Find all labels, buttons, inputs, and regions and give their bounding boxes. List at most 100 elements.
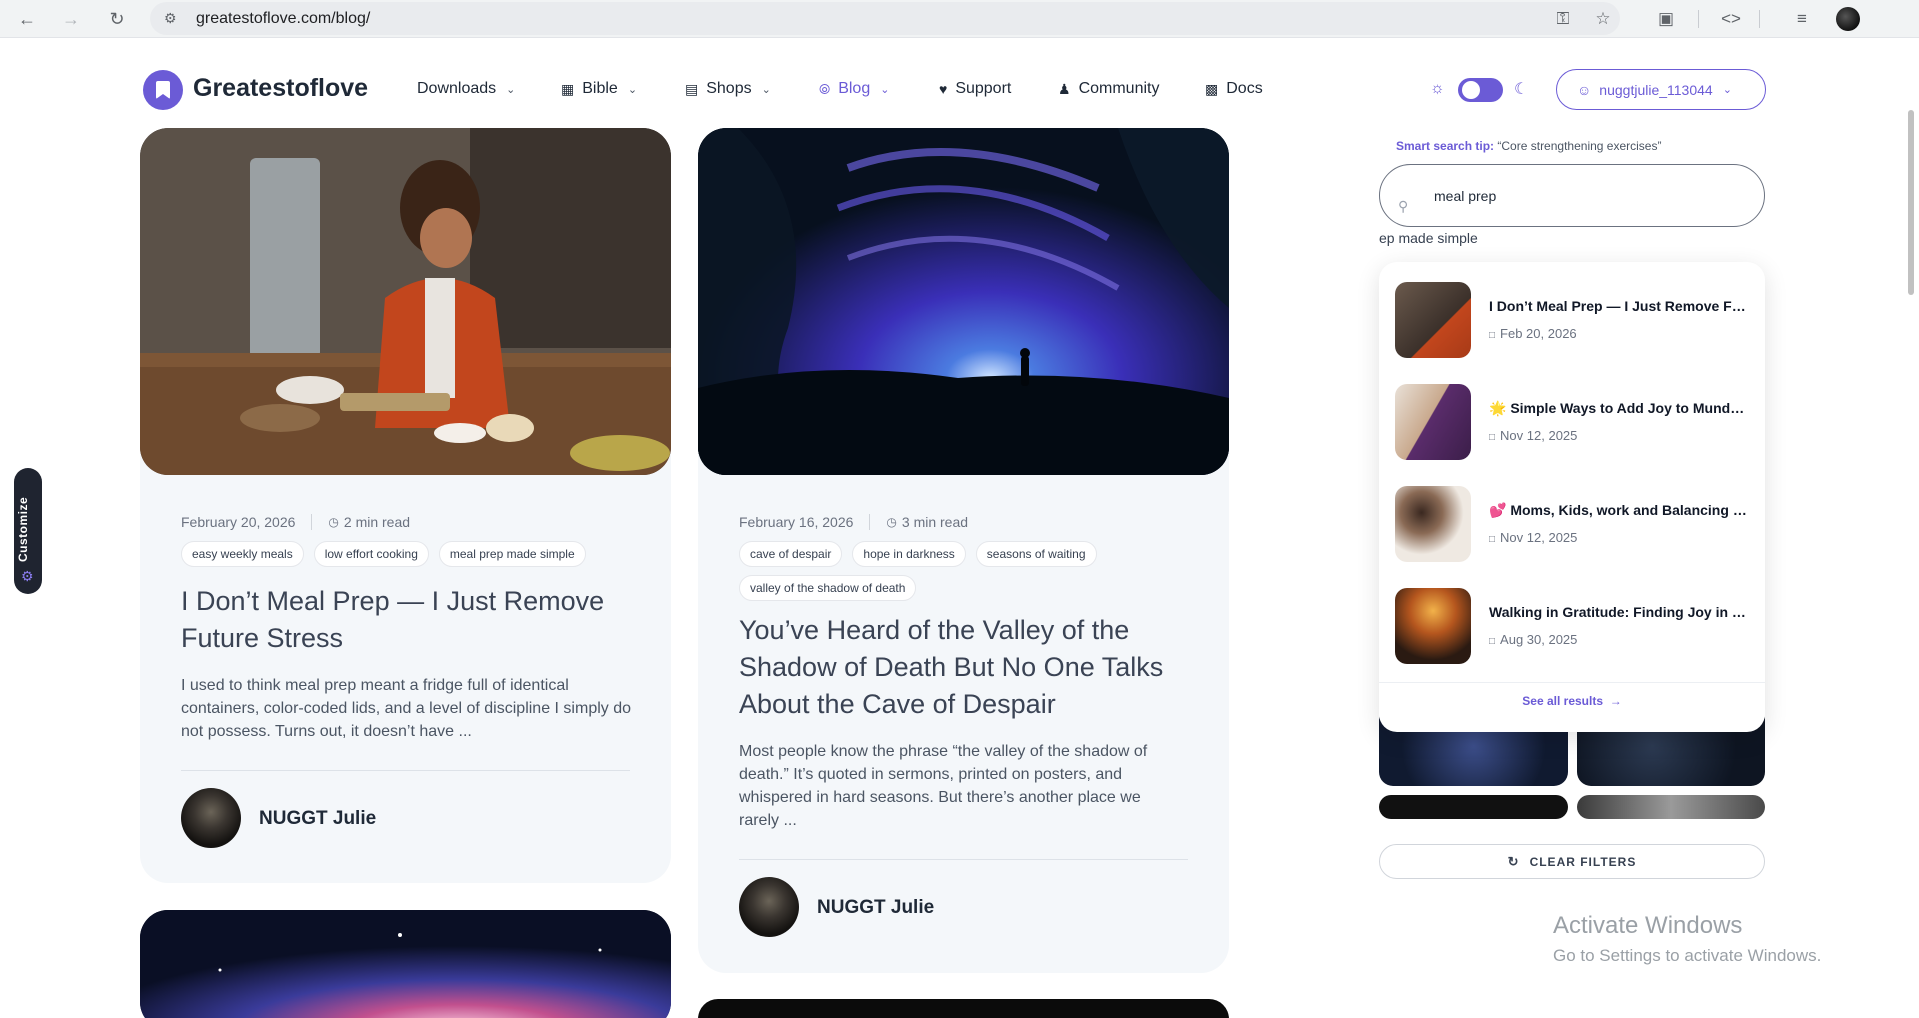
search-icon: ⚲ [1398,198,1409,214]
username: nuggtjulie_113044 [1599,81,1713,98]
clear-filters-label: CLEAR FILTERS [1529,854,1637,869]
logo-bookmark-icon[interactable] [143,70,183,110]
post-card[interactable]: February 20, 2026 ◷ 2 min read easy week… [140,128,671,883]
nav-label: Docs [1226,80,1263,97]
search-input[interactable]: ⚲ meal prep [1379,164,1765,227]
url-text[interactable]: greatestoflove.com/blog/ [196,10,370,28]
tag[interactable]: meal prep made simple [438,541,586,567]
extensions-icon[interactable]: ▣ [1653,6,1679,32]
customize-tab[interactable]: Customize ⚙ [14,468,42,594]
post-card[interactable] [698,999,1229,1018]
sidebar-thumbnail[interactable] [1577,795,1765,819]
author-avatar[interactable] [181,788,241,848]
result-title[interactable]: Walking in Gratitude: Finding Joy in the… [1489,604,1749,620]
browser-toolbar: ← → ↻ ⚙ greatestoflove.com/blog/ ⚿ ☆ ▣ <… [0,0,1919,38]
user-menu-button[interactable]: ☺ nuggtjulie_113044 ⌄ [1556,69,1766,110]
page-scrollbar[interactable] [1908,110,1914,295]
author-name[interactable]: NUGGT Julie [817,897,934,919]
result-title[interactable]: 💕 Moms, Kids, work and Balancing It All [1489,502,1749,519]
calendar-icon: □ [1489,432,1496,443]
password-key-icon[interactable]: ⚿ [1550,6,1576,32]
nav-bible[interactable]: ▦ Bible ⌄ [561,80,637,98]
store-icon: ▤ [685,80,699,97]
see-all-label: See all results [1522,694,1604,708]
clock-icon: ◷ [328,515,339,529]
search-result-item[interactable]: Walking in Gratitude: Finding Joy in the… [1395,588,1755,664]
result-date: □ Feb 20, 2026 [1489,326,1577,341]
user-icon: ☺ [1577,81,1592,98]
post-image[interactable] [140,910,671,1018]
result-date: □ Nov 12, 2025 [1489,530,1577,545]
tag[interactable]: valley of the shadow of death [739,575,917,601]
post-title[interactable]: You’ve Heard of the Valley of the Shadow… [739,612,1199,723]
result-thumbnail[interactable] [1395,384,1471,460]
tag-list: cave of despair hope in darkness seasons… [739,541,1139,601]
media-queue-icon[interactable]: ≡ [1789,6,1815,32]
tag[interactable]: seasons of waiting [975,541,1097,567]
refresh-icon: ↻ [1507,853,1520,869]
reload-icon[interactable]: ↻ [104,6,130,32]
moon-icon: ☾ [1514,81,1529,98]
result-title[interactable]: I Don’t Meal Prep — I Just Remove Future… [1489,298,1749,314]
post-title[interactable]: I Don’t Meal Prep — I Just Remove Future… [181,583,631,657]
divider [1379,682,1765,683]
nav-shops[interactable]: ▤ Shops ⌄ [685,80,771,98]
result-title[interactable]: 🌟 Simple Ways to Add Joy to Mundane Days [1489,400,1749,417]
search-tip: Smart search tip: “Core strengthening ex… [1396,139,1661,153]
divider [739,859,1188,860]
bookmark-star-icon[interactable]: ☆ [1590,6,1616,32]
result-date: □ Nov 12, 2025 [1489,428,1577,443]
post-image[interactable] [140,128,671,475]
post-card[interactable] [140,910,671,1018]
back-icon[interactable]: ← [14,6,40,32]
result-thumbnail[interactable] [1395,282,1471,358]
book-icon: ▦ [561,80,575,97]
author-name[interactable]: NUGGT Julie [259,808,376,830]
theme-toggle[interactable] [1458,78,1503,102]
site-brand[interactable]: Greatestoflove [193,74,368,103]
toolbar-divider [1759,10,1760,28]
site-info-icon[interactable]: ⚙ [164,10,180,26]
clear-filters-button[interactable]: ↻ CLEAR FILTERS [1379,844,1765,879]
read-time: 3 min read [901,514,969,530]
post-image[interactable] [698,128,1229,475]
result-thumbnail[interactable] [1395,588,1471,664]
result-date-text: Nov 12, 2025 [1500,530,1578,545]
search-result-item[interactable]: 🌟 Simple Ways to Add Joy to Mundane Days… [1395,384,1755,460]
nav-label: Support [955,80,1012,97]
search-value[interactable]: meal prep [1434,188,1496,204]
post-card[interactable]: February 16, 2026 ◷ 3 min read cave of d… [698,128,1229,973]
result-date-text: Feb 20, 2026 [1500,326,1577,341]
toggle-knob [1462,81,1480,99]
nav-blog[interactable]: ⦾ Blog ⌄ [819,80,889,98]
search-result-item[interactable]: 💕 Moms, Kids, work and Balancing It All … [1395,486,1755,562]
result-thumbnail[interactable] [1395,486,1471,562]
result-date-text: Aug 30, 2025 [1500,632,1578,647]
tag-filter-peek[interactable]: ep made simple [1379,230,1478,246]
nav-docs[interactable]: ▩ Docs [1205,80,1263,98]
nav-support[interactable]: ♥ Support [939,80,1011,98]
see-all-results-link[interactable]: See all results → [1379,694,1765,708]
forward-icon[interactable]: → [58,6,84,32]
toolbar-divider [1698,10,1699,28]
nav-community[interactable]: ♟ Community [1058,80,1159,98]
tag[interactable]: hope in darkness [852,541,966,567]
windows-watermark-title: Activate Windows [1553,912,1743,939]
tag[interactable]: cave of despair [739,541,843,567]
search-result-item[interactable]: I Don’t Meal Prep — I Just Remove Future… [1395,282,1755,358]
tag[interactable]: low effort cooking [313,541,429,567]
chevron-down-icon: ⌄ [506,83,516,96]
clock-icon: ◷ [886,515,897,529]
nav-downloads[interactable]: Downloads ⌄ [417,80,515,98]
sidebar-thumbnail[interactable] [1379,795,1568,819]
nav-label: Blog [838,80,871,97]
chevron-down-icon: ⌄ [1722,84,1732,96]
chevron-down-icon: ⌄ [627,83,638,96]
author-avatar[interactable] [739,877,799,937]
profile-avatar[interactable] [1836,7,1860,31]
nav-label: Downloads [417,80,497,97]
result-date: □ Aug 30, 2025 [1489,632,1577,647]
devtools-code-icon[interactable]: <> [1718,6,1744,32]
address-bar[interactable]: ⚙ greatestoflove.com/blog/ [150,2,1620,35]
tag[interactable]: easy weekly meals [181,541,304,567]
